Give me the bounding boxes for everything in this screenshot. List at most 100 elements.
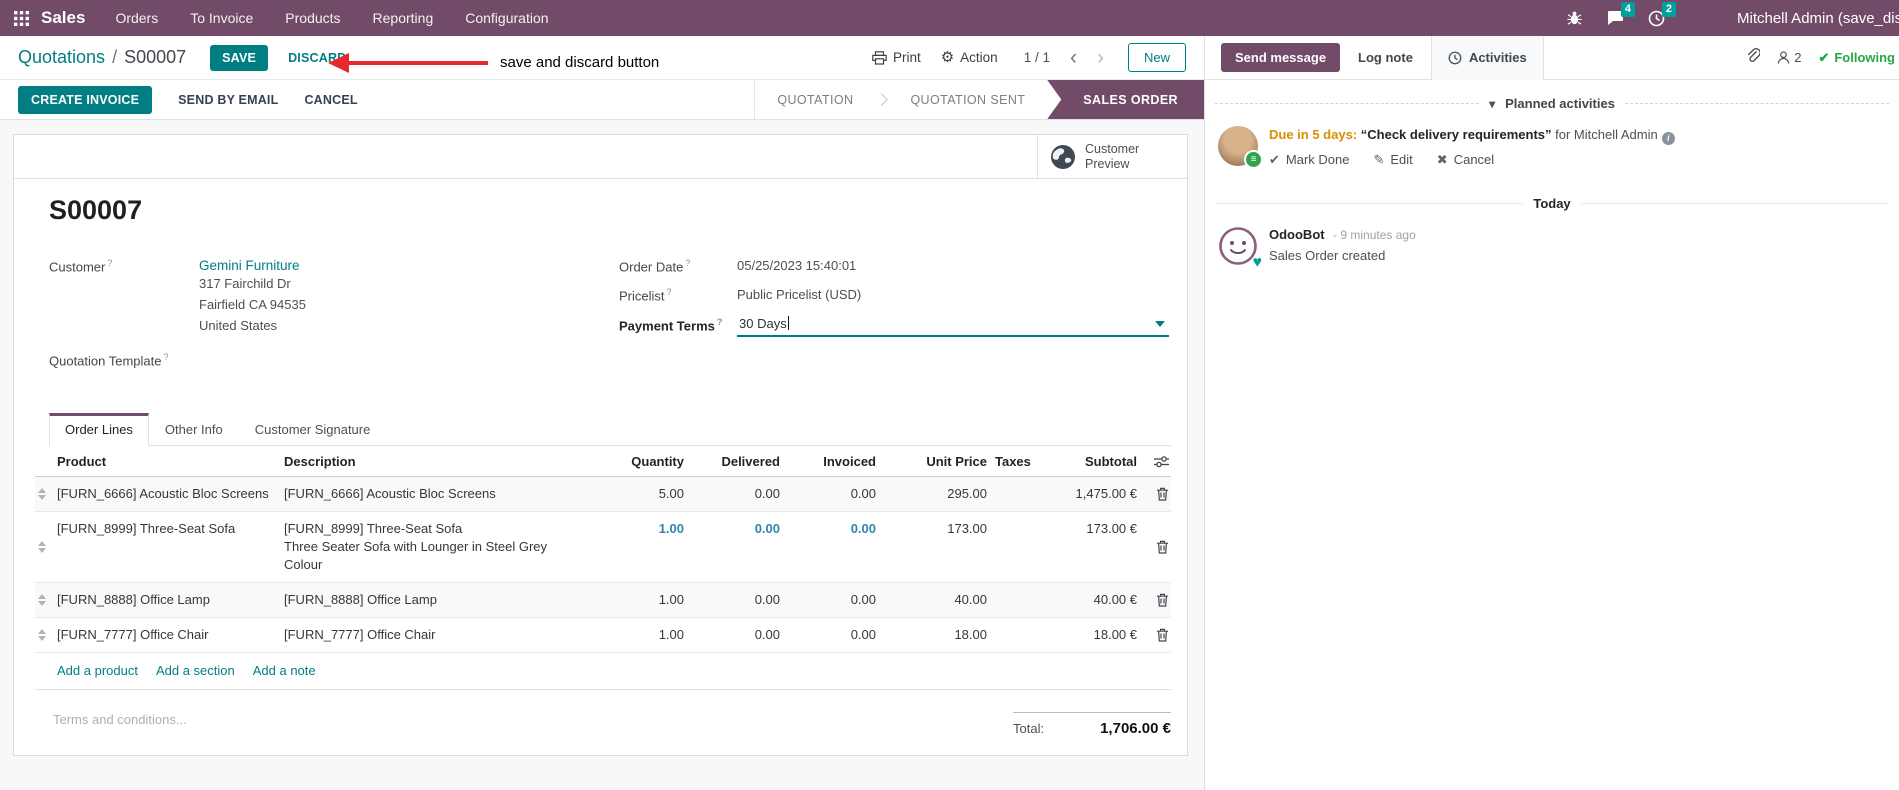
col-header-quantity[interactable]: Quantity	[592, 446, 692, 476]
stage-quotation-sent[interactable]: QUOTATION SENT	[888, 80, 1047, 119]
cell-delivered[interactable]: 0.00	[692, 583, 788, 617]
col-header-subtotal[interactable]: Subtotal	[1069, 446, 1145, 476]
followers-button[interactable]: 2	[1777, 50, 1801, 65]
cancel-button[interactable]: CANCEL	[304, 93, 357, 107]
cancel-activity-button[interactable]: ✖ Cancel	[1437, 152, 1494, 168]
cell-product[interactable]: [FURN_6666] Acoustic Bloc Screens	[57, 477, 284, 511]
nav-menu-orders[interactable]: Orders	[115, 10, 158, 26]
col-header-description[interactable]: Description	[284, 446, 592, 476]
optional-columns-button[interactable]	[1145, 446, 1173, 476]
cell-taxes[interactable]	[995, 512, 1069, 582]
add-a-note-link[interactable]: Add a note	[253, 663, 316, 678]
cell-unit-price[interactable]: 40.00	[884, 583, 995, 617]
tab-customer-signature[interactable]: Customer Signature	[239, 413, 387, 446]
stage-quotation[interactable]: QUOTATION	[755, 80, 875, 119]
nav-menu-configuration[interactable]: Configuration	[465, 10, 548, 26]
cell-delivered[interactable]: 0.00	[692, 618, 788, 652]
col-header-invoiced[interactable]: Invoiced	[788, 446, 884, 476]
cell-product[interactable]: [FURN_8999] Three-Seat Sofa	[57, 512, 284, 582]
cell-description[interactable]: [FURN_7777] Office Chair	[284, 618, 592, 652]
cell-invoiced[interactable]: 0.00	[788, 512, 884, 582]
col-header-product[interactable]: Product	[57, 446, 284, 476]
info-icon[interactable]	[1661, 131, 1675, 145]
cell-unit-price[interactable]: 173.00	[884, 512, 995, 582]
cell-quantity[interactable]: 1.00	[592, 512, 692, 582]
apps-grid-icon[interactable]	[14, 10, 29, 26]
row-delete-button[interactable]	[1145, 618, 1173, 652]
cell-invoiced[interactable]: 0.00	[788, 477, 884, 511]
customer-link[interactable]: Gemini Furniture	[199, 258, 306, 273]
user-avatar[interactable]	[1689, 6, 1713, 30]
customer-preview-button[interactable]: Customer Preview	[1037, 135, 1187, 178]
send-by-email-button[interactable]: SEND BY EMAIL	[178, 93, 278, 107]
following-button[interactable]: ✔ Following	[1818, 50, 1895, 66]
activities-clock-icon[interactable]: 2	[1648, 1, 1676, 27]
cell-unit-price[interactable]: 295.00	[884, 477, 995, 511]
cell-invoiced[interactable]: 0.00	[788, 583, 884, 617]
order-date-value[interactable]: 05/25/2023 15:40:01	[737, 256, 856, 274]
table-row[interactable]: [FURN_6666] Acoustic Bloc Screens [FURN_6…	[35, 477, 1173, 513]
cell-invoiced[interactable]: 0.00	[788, 618, 884, 652]
nav-menu-to-invoice[interactable]: To Invoice	[190, 10, 253, 26]
row-delete-button[interactable]	[1145, 477, 1173, 511]
app-name[interactable]: Sales	[41, 8, 85, 28]
new-button[interactable]: New	[1127, 43, 1186, 72]
breadcrumb-quotations[interactable]: Quotations	[18, 47, 105, 68]
cell-delivered[interactable]: 0.00	[692, 512, 788, 582]
planned-activities-divider[interactable]: ▾ Planned activities	[1215, 96, 1889, 111]
cell-taxes[interactable]	[995, 583, 1069, 617]
action-label: Action	[960, 50, 998, 65]
col-header-unit-price[interactable]: Unit Price	[884, 446, 995, 476]
cell-unit-price[interactable]: 18.00	[884, 618, 995, 652]
log-note-button[interactable]: Log note	[1358, 50, 1413, 65]
cell-description[interactable]: [FURN_8999] Three-Seat Sofa Three Seater …	[284, 512, 592, 582]
col-header-delivered[interactable]: Delivered	[692, 446, 788, 476]
attachments-paperclip-icon[interactable]	[1745, 47, 1762, 68]
row-drag-handle[interactable]	[35, 512, 57, 582]
row-drag-handle[interactable]	[35, 477, 57, 511]
save-button[interactable]: SAVE	[210, 44, 269, 71]
cell-delivered[interactable]: 0.00	[692, 477, 788, 511]
nav-menu-products[interactable]: Products	[285, 10, 340, 26]
dropdown-caret-icon[interactable]	[1155, 320, 1165, 327]
pricelist-value[interactable]: Public Pricelist (USD)	[737, 285, 861, 303]
table-row[interactable]: [FURN_8999] Three-Seat Sofa [FURN_8999] T…	[35, 512, 1173, 584]
payment-terms-input[interactable]: 30 Days	[737, 315, 1169, 337]
mark-done-button[interactable]: ✔ Mark Done	[1269, 152, 1349, 168]
cell-description[interactable]: [FURN_6666] Acoustic Bloc Screens	[284, 477, 592, 511]
stage-sales-order[interactable]: SALES ORDER	[1047, 80, 1204, 119]
row-delete-button[interactable]	[1145, 512, 1173, 582]
row-delete-button[interactable]	[1145, 583, 1173, 617]
cell-product[interactable]: [FURN_8888] Office Lamp	[57, 583, 284, 617]
send-message-button[interactable]: Send message	[1221, 43, 1341, 72]
message-author[interactable]: OdooBot	[1269, 227, 1325, 242]
cell-taxes[interactable]	[995, 618, 1069, 652]
debug-bug-icon[interactable]	[1567, 10, 1582, 26]
messages-icon[interactable]: 4	[1606, 2, 1635, 26]
cell-description[interactable]: [FURN_8888] Office Lamp	[284, 583, 592, 617]
pager-previous-icon[interactable]: ‹	[1070, 47, 1077, 68]
table-row[interactable]: [FURN_7777] Office Chair [FURN_7777] Offi…	[35, 618, 1173, 654]
activities-tab[interactable]: Activities	[1430, 36, 1544, 80]
tab-order-lines[interactable]: Order Lines	[49, 413, 149, 447]
create-invoice-button[interactable]: CREATE INVOICE	[18, 85, 153, 114]
add-a-product-link[interactable]: Add a product	[57, 663, 138, 678]
action-button[interactable]: ⚙ Action	[941, 50, 998, 65]
col-header-taxes[interactable]: Taxes	[995, 446, 1069, 476]
user-name[interactable]: Mitchell Admin (save_discar	[1737, 10, 1899, 27]
terms-placeholder[interactable]: Terms and conditions...	[53, 712, 187, 727]
tab-other-info[interactable]: Other Info	[149, 413, 239, 446]
cell-taxes[interactable]	[995, 477, 1069, 511]
table-row[interactable]: [FURN_8888] Office Lamp [FURN_8888] Offic…	[35, 583, 1173, 619]
cell-quantity[interactable]: 5.00	[592, 477, 692, 511]
cell-quantity[interactable]: 1.00	[592, 618, 692, 652]
cell-quantity[interactable]: 1.00	[592, 583, 692, 617]
cell-product[interactable]: [FURN_7777] Office Chair	[57, 618, 284, 652]
edit-activity-button[interactable]: ✎ Edit	[1373, 152, 1412, 168]
print-button[interactable]: Print	[872, 50, 921, 65]
row-drag-handle[interactable]	[35, 618, 57, 652]
nav-menu-reporting[interactable]: Reporting	[373, 10, 434, 26]
add-a-section-link[interactable]: Add a section	[156, 663, 235, 678]
pager-next-icon[interactable]: ›	[1097, 47, 1104, 68]
row-drag-handle[interactable]	[35, 583, 57, 617]
